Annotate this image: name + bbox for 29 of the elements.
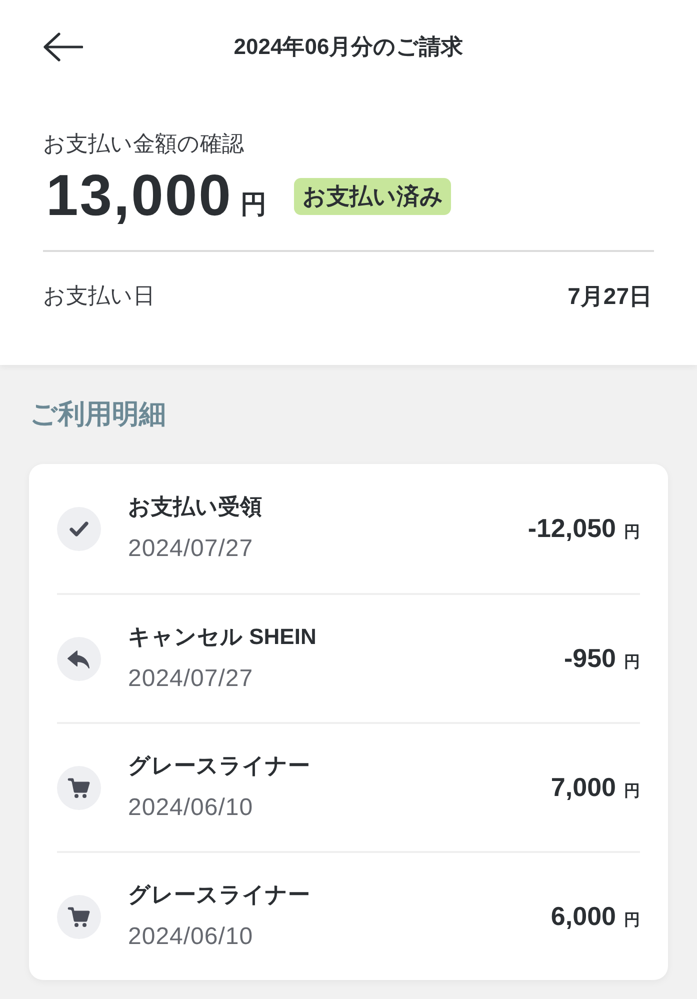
currency-unit: 円 [624,653,640,673]
status-badge: お支払い済み [294,178,452,214]
transaction-title: グレースライナー [128,881,311,909]
section-heading: ご利用明細 [30,398,167,431]
transaction-title: キャンセル SHEIN [128,623,318,651]
back-arrow-icon [43,32,83,62]
currency-unit: 円 [624,523,640,543]
currency-unit: 円 [624,782,640,802]
transaction-title: グレースライナー [128,752,311,780]
shopping-cart-icon [57,894,101,938]
transaction-amount: 6,000 [550,901,616,932]
transaction-date: 2024/06/10 [128,793,254,823]
currency-unit: 円 [240,188,266,220]
checkmark-icon [57,506,101,550]
currency-unit: 円 [624,911,640,931]
back-button[interactable] [43,32,83,62]
transaction-date: 2024/07/27 [128,664,254,694]
transaction-date: 2024/06/10 [128,922,254,952]
transaction-title: お支払い受領 [128,493,263,521]
amount-label: お支払い金額の確認 [43,130,245,158]
transaction-amount: -12,050 [528,513,616,544]
transaction-date: 2024/07/27 [128,534,254,564]
payment-date-value: 7月27日 [568,282,652,310]
page-title: 2024年06月分のご請求 [234,33,464,61]
total-amount: 13,000 [46,167,232,225]
shopping-cart-icon [57,766,101,810]
payment-date-label: お支払い日 [43,282,155,310]
transaction-amount: 7,000 [550,772,616,803]
transaction-amount: -950 [564,643,616,674]
